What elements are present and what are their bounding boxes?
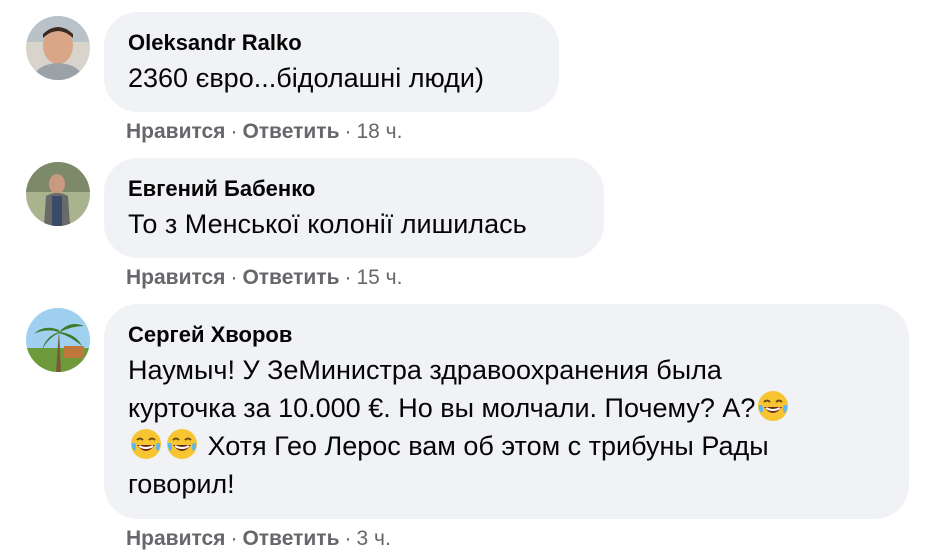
comment-actions: Нравится · Ответить · 15 ч. [126, 265, 402, 291]
comment-text: Наумыч! У ЗеМинистра здравоохранения был… [128, 351, 883, 503]
comment-text-line: курточка за 10.000 €. Но вы молчали. Поч… [128, 389, 883, 427]
comment-bubble: Евгений Бабенко То з Менської колонії ли… [104, 158, 604, 258]
comment-actions: Нравится · Ответить · 3 ч. [126, 526, 391, 552]
comment-author[interactable]: Евгений Бабенко [128, 175, 578, 203]
comment-actions: Нравится · Ответить · 18 ч. [126, 119, 402, 145]
comment-text: То з Менської колонії лишилась [128, 209, 527, 239]
separator: · [230, 120, 238, 143]
face-with-tears-of-joy-icon [165, 427, 199, 461]
reply-button[interactable]: Ответить [242, 527, 339, 550]
separator: · [230, 266, 238, 289]
separator: · [230, 527, 238, 550]
face-with-tears-of-joy-icon [756, 389, 790, 423]
separator: · [344, 266, 352, 289]
comment-text-segment: Хотя Гео Лерос вам об этом с трибуны Рад… [207, 431, 769, 461]
comment-text-line: говорил! [128, 469, 235, 499]
like-button[interactable]: Нравится [126, 527, 225, 550]
comment-text: 2360 євро...бідолашні люди) [128, 63, 484, 93]
comment-bubble: Oleksandr Ralko 2360 євро...бідолашні лю… [104, 12, 559, 112]
face-with-tears-of-joy-icon [129, 427, 163, 461]
separator: · [344, 120, 352, 143]
comment-time[interactable]: 3 ч. [356, 527, 390, 550]
avatar[interactable] [26, 16, 90, 80]
comment-time[interactable]: 18 ч. [356, 120, 402, 143]
comment-author[interactable]: Сергей Хворов [128, 321, 883, 349]
comment-text-line: Хотя Гео Лерос вам об этом с трибуны Рад… [128, 427, 883, 465]
reply-button[interactable]: Ответить [242, 120, 339, 143]
comment-text-segment: курточка за 10.000 €. Но вы молчали. Поч… [128, 393, 756, 423]
reply-button[interactable]: Ответить [242, 266, 339, 289]
comment-text-line: Наумыч! У ЗеМинистра здравоохранения был… [128, 355, 722, 385]
avatar[interactable] [26, 162, 90, 226]
avatar[interactable] [26, 308, 90, 372]
separator: · [344, 527, 352, 550]
comment-author[interactable]: Oleksandr Ralko [128, 29, 533, 57]
like-button[interactable]: Нравится [126, 120, 225, 143]
comment-bubble: Сергей Хворов Наумыч! У ЗеМинистра здрав… [104, 304, 909, 519]
comment-time[interactable]: 15 ч. [356, 266, 402, 289]
like-button[interactable]: Нравится [126, 266, 225, 289]
